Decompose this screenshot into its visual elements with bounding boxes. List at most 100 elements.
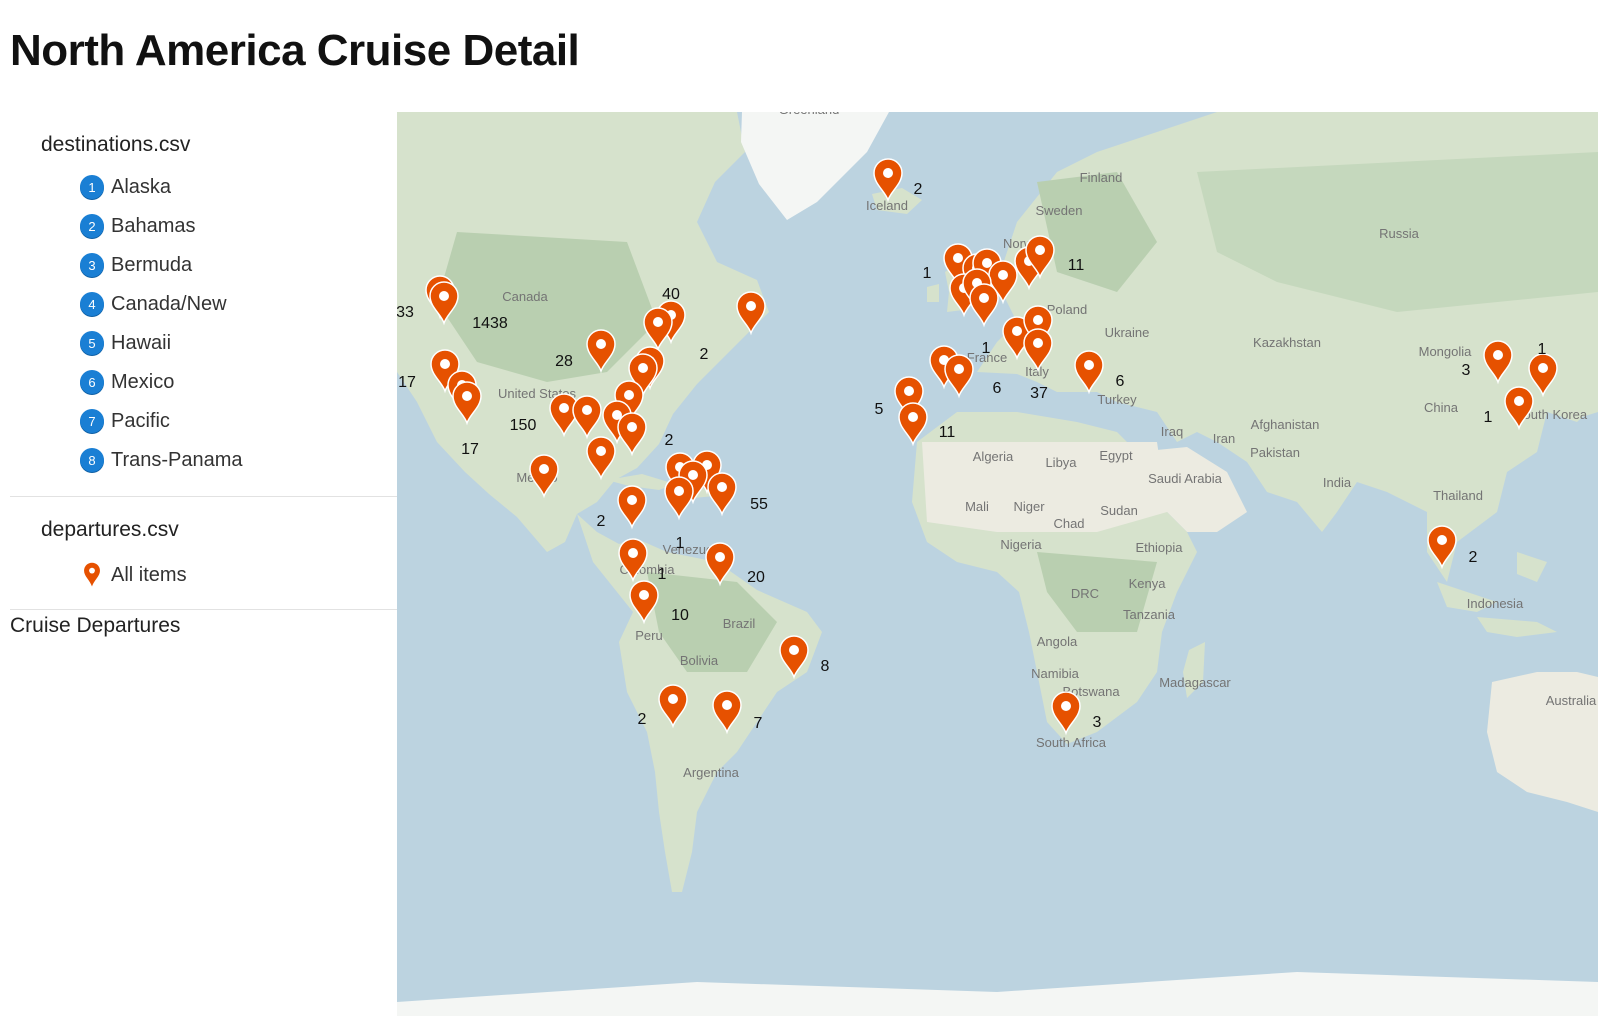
place-label-nigeria: Nigeria	[1000, 537, 1042, 552]
legend-item-hawaii[interactable]: 5 Hawaii	[80, 328, 171, 358]
pin-center-dot	[722, 700, 732, 710]
number-5-icon: 5	[80, 331, 104, 355]
cluster-count-label: 20	[747, 569, 765, 586]
cluster-count-label: 28	[555, 353, 573, 370]
place-label-afghanistan: Afghanistan	[1251, 417, 1320, 432]
legend-item-pacific[interactable]: 7 Pacific	[80, 406, 170, 436]
place-label-poland: Poland	[1047, 302, 1087, 317]
cluster-count-label: 2	[700, 346, 709, 363]
pin-center-dot	[688, 470, 698, 480]
place-label-algeria: Algeria	[973, 449, 1014, 464]
legend-item-bahamas[interactable]: 2 Bahamas	[80, 211, 196, 241]
place-label-bolivia: Bolivia	[680, 653, 719, 668]
place-label-sudan: Sudan	[1100, 503, 1138, 518]
legend-label: Trans-Panama	[111, 448, 243, 471]
place-label-pakistan: Pakistan	[1250, 445, 1300, 460]
place-label-madagascar: Madagascar	[1159, 675, 1231, 690]
legend-label: Bermuda	[111, 253, 193, 276]
legend-item-trans-panama[interactable]: 8 Trans-Panama	[80, 445, 243, 475]
pin-center-dot	[789, 645, 799, 655]
cluster-count-label: 1	[923, 265, 932, 282]
pin-center-dot	[1033, 338, 1043, 348]
legend-item-bermuda[interactable]: 3 Bermuda	[80, 250, 192, 280]
pin-center-dot	[582, 405, 592, 415]
pin-center-dot	[746, 301, 756, 311]
cluster-count-label: 17	[398, 374, 416, 391]
number-1-icon: 1	[80, 175, 104, 199]
place-label-mali: Mali	[965, 499, 989, 514]
cluster-count-label: 11	[939, 424, 956, 441]
legend-label: Mexico	[111, 370, 175, 393]
pin-center-dot	[639, 590, 649, 600]
layer-group-label: Cruise Departures	[10, 614, 181, 637]
legend-label: All items	[111, 563, 187, 586]
cluster-count-label: 11	[1068, 257, 1085, 274]
place-label-niger: Niger	[1013, 499, 1045, 514]
pin-center-dot	[653, 317, 663, 327]
pin-center-dot	[715, 552, 725, 562]
cluster-count-label: 37	[1030, 385, 1048, 402]
place-label-peru: Peru	[635, 628, 662, 643]
pin-center-dot	[628, 548, 638, 558]
cluster-count-label: 10	[671, 607, 689, 624]
place-label-greenland: Greenland	[779, 112, 840, 117]
legend-item-alaska[interactable]: 1 Alaska	[80, 172, 171, 202]
legend-label: Hawaii	[111, 331, 172, 354]
pin-center-dot	[559, 403, 569, 413]
pin-center-dot	[668, 694, 678, 704]
cluster-count-label: 40	[662, 286, 680, 303]
destinations-layer-title[interactable]: destinations.csv	[41, 133, 190, 157]
pin-center-dot	[596, 446, 606, 456]
pin-center-dot	[998, 270, 1008, 280]
cluster-count-label: 1	[1484, 409, 1493, 426]
place-label-ethiopia: Ethiopia	[1136, 540, 1184, 555]
number-3-icon: 3	[80, 253, 104, 277]
cluster-count-label: 33	[397, 304, 414, 321]
pin-center-dot	[717, 482, 727, 492]
cluster-count-label: 5	[875, 401, 884, 418]
place-label-tanzania: Tanzania	[1123, 607, 1176, 622]
number-7-icon: 7	[80, 409, 104, 433]
legend-divider	[10, 609, 397, 610]
pin-center-dot	[596, 339, 606, 349]
place-label-argentina: Argentina	[683, 765, 739, 780]
pin-center-dot	[1437, 535, 1447, 545]
cluster-count-label: 6	[993, 380, 1002, 397]
pin-center-dot	[462, 391, 472, 401]
legend-item-mexico[interactable]: 6 Mexico	[80, 367, 174, 397]
place-label-angola: Angola	[1037, 634, 1078, 649]
place-label-saudi-arabia: Saudi Arabia	[1148, 471, 1222, 486]
place-label-iraq: Iraq	[1161, 424, 1183, 439]
legend-label: Alaska	[111, 175, 172, 198]
cluster-count-label: 55	[750, 496, 768, 513]
place-label-canada: Canada	[502, 289, 548, 304]
map-canvas[interactable]: GreenlandIcelandFinlandSwedenNorwayRussi…	[397, 112, 1598, 1016]
cluster-count-label: 1438	[472, 315, 508, 332]
legend-label: Bahamas	[111, 214, 196, 237]
departures-layer-title[interactable]: departures.csv	[41, 518, 179, 542]
cluster-count-label: 3	[1093, 714, 1102, 731]
place-label-australia: Australia	[1546, 693, 1597, 708]
cluster-count-label: 1	[1538, 341, 1547, 358]
legend-item-all-items[interactable]: All items	[80, 560, 187, 590]
cluster-count-label: 7	[754, 715, 763, 732]
cluster-count-label: 1	[982, 340, 991, 357]
place-label-libya: Libya	[1045, 455, 1077, 470]
cluster-count-label: 8	[821, 658, 830, 675]
number-2-icon: 2	[80, 214, 104, 238]
legend-item-canada-new[interactable]: 4 Canada/New	[80, 289, 227, 319]
place-label-kenya: Kenya	[1129, 576, 1167, 591]
place-label-russia: Russia	[1379, 226, 1420, 241]
cluster-count-label: 1	[658, 566, 667, 583]
place-label-india: India	[1323, 475, 1352, 490]
pin-center-dot	[539, 464, 549, 474]
pin-center-dot	[439, 291, 449, 301]
pin-center-dot	[1035, 245, 1045, 255]
place-label-iran: Iran	[1213, 431, 1235, 446]
world-map[interactable]: GreenlandIcelandFinlandSwedenNorwayRussi…	[397, 112, 1598, 1016]
place-label-thailand: Thailand	[1433, 488, 1483, 503]
legend-label: Pacific	[111, 409, 170, 432]
number-6-icon: 6	[80, 370, 104, 394]
place-label-indonesia: Indonesia	[1467, 596, 1524, 611]
cluster-count-label: 2	[597, 513, 606, 530]
